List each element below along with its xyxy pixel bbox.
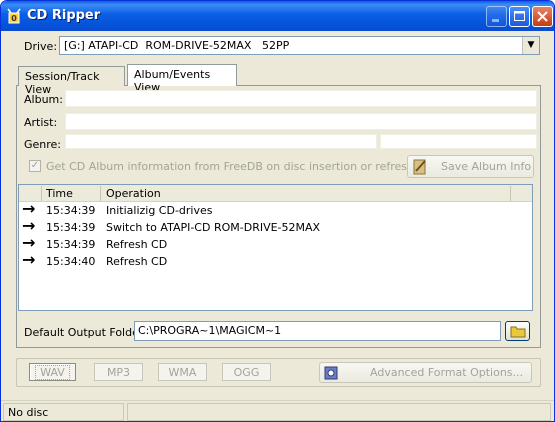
minimize-icon <box>492 19 499 22</box>
drive-select-value: [G:] ATAPI-CD ROM-DRIVE-52MAX 52PP <box>64 39 290 52</box>
app-icon: 0 <box>7 8 21 24</box>
arrow-right-icon: → <box>22 250 36 269</box>
album-label: Album: <box>24 93 63 106</box>
window-title: CD Ripper <box>27 8 101 23</box>
mp3-button[interactable]: MP3 <box>94 363 143 381</box>
genre-label: Genre: <box>24 138 62 151</box>
log-row[interactable]: → 15:34:40 Refresh CD <box>19 250 532 270</box>
drive-select[interactable]: [G:] ATAPI-CD ROM-DRIVE-52MAX 52PP ▼ <box>59 36 540 55</box>
maximize-icon <box>514 11 525 21</box>
wav-button[interactable]: WAV <box>29 363 76 381</box>
artist-label: Artist: <box>24 116 58 129</box>
genre-extra-field[interactable] <box>380 134 537 149</box>
log-row[interactable]: → 15:34:39 Refresh CD <box>19 233 532 253</box>
advanced-format-options-label: Advanced Format Options... <box>370 366 524 379</box>
mp3-label: MP3 <box>106 366 131 379</box>
status-bar: No disc <box>1 400 554 421</box>
output-folder-field[interactable]: C:\PROGRA~1\MAGICM~1 <box>134 321 501 341</box>
maximize-button[interactable] <box>509 6 530 27</box>
close-icon <box>537 11 548 22</box>
close-button[interactable] <box>532 6 553 27</box>
column-separator <box>100 186 101 201</box>
tab-album-events-view[interactable]: Album/Events View <box>127 64 237 94</box>
status-pane-secondary <box>127 403 551 421</box>
log-time: 15:34:39 <box>46 238 96 251</box>
advanced-format-options-button[interactable]: Advanced Format Options... <box>319 362 532 383</box>
log-header: Time Operation <box>19 185 532 202</box>
ogg-label: OGG <box>233 366 260 379</box>
column-header-operation[interactable]: Operation <box>106 187 161 200</box>
save-album-icon <box>413 159 426 175</box>
album-field[interactable] <box>65 90 537 107</box>
event-log-list[interactable]: Time Operation → 15:34:39 Initializig CD… <box>18 184 533 311</box>
output-folder-label: Default Output Folder <box>24 326 144 339</box>
freedb-checkbox-label: Get CD Album information from FreeDB on … <box>46 160 431 173</box>
column-separator <box>41 186 42 201</box>
wav-label: WAV <box>35 365 70 380</box>
chevron-down-icon[interactable]: ▼ <box>522 37 539 54</box>
log-row[interactable]: → 15:34:39 Switch to ATAPI-CD ROM-DRIVE-… <box>19 216 532 236</box>
log-time: 15:34:40 <box>46 255 96 268</box>
log-operation: Refresh CD <box>106 238 168 251</box>
log-time: 15:34:39 <box>46 204 96 217</box>
minimize-button[interactable] <box>486 6 507 27</box>
browse-folder-button[interactable] <box>505 321 530 341</box>
log-operation: Initializig CD-drives <box>106 204 213 217</box>
genre-field[interactable] <box>65 134 377 149</box>
output-folder-value: C:\PROGRA~1\MAGICM~1 <box>138 324 282 337</box>
log-operation: Switch to ATAPI-CD ROM-DRIVE-52MAX <box>106 221 321 234</box>
drive-label: Drive: <box>24 40 58 53</box>
log-time: 15:34:39 <box>46 221 96 234</box>
artist-field[interactable] <box>65 113 537 130</box>
freedb-checkbox[interactable]: ✓ <box>29 160 41 172</box>
log-row[interactable]: → 15:34:39 Initializig CD-drives <box>19 199 532 219</box>
column-separator <box>510 186 511 201</box>
tab-session-track-view[interactable]: Session/Track View <box>18 66 125 96</box>
save-album-info-label: Save Album Info <box>441 160 532 173</box>
log-operation: Refresh CD <box>106 255 168 268</box>
status-text: No disc <box>8 406 49 419</box>
title-bar[interactable]: 0 CD Ripper <box>1 1 554 31</box>
status-pane-main: No disc <box>3 403 124 421</box>
save-album-info-button[interactable]: Save Album Info <box>407 155 534 178</box>
ogg-button[interactable]: OGG <box>222 363 271 381</box>
wma-button[interactable]: WMA <box>158 363 207 381</box>
svg-text:0: 0 <box>11 14 17 23</box>
settings-icon <box>324 366 338 380</box>
cd-ripper-window: 0 CD Ripper Drive: [G:] ATAPI-CD ROM-DRI… <box>0 0 555 422</box>
wma-label: WMA <box>168 366 197 379</box>
folder-icon <box>510 326 526 338</box>
column-header-time[interactable]: Time <box>46 187 73 200</box>
